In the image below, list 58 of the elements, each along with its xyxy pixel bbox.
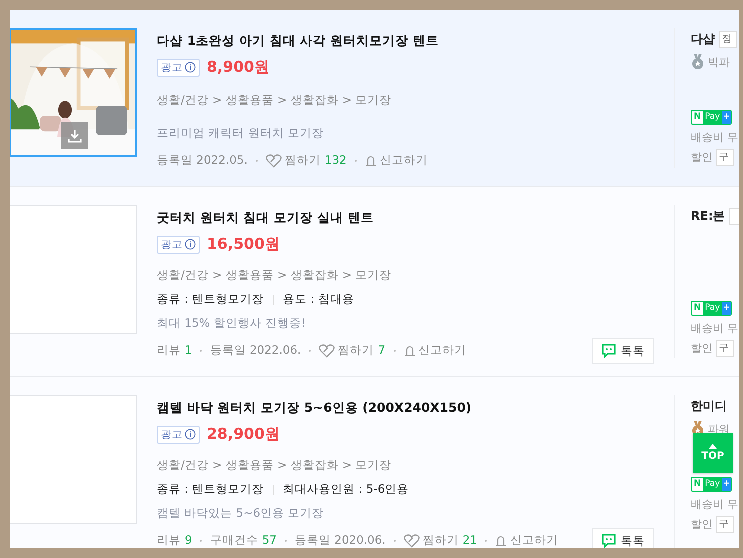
npay-badge: N Pay +: [691, 301, 732, 316]
heart-icon[interactable]: [319, 344, 336, 358]
product-spec: 종류 : 텐트형모기장: [157, 292, 264, 307]
npay-badge: N Pay +: [691, 477, 732, 492]
meta-text: 리뷰 1: [157, 343, 192, 358]
product-spec: 용도 : 침대용: [283, 292, 354, 307]
meta-text: 등록일 2022.06.: [210, 343, 302, 358]
meta-text: 등록일 2022.05.: [157, 153, 248, 168]
siren-icon[interactable]: [495, 534, 508, 546]
chat-icon: [601, 533, 617, 548]
product-spec: 종류 : 텐트형모기장: [157, 482, 264, 497]
discount-label: 할인: [691, 150, 713, 165]
product-title[interactable]: 다샵 1초완성 아기 침대 사각 원터치모기장 텐트: [157, 33, 654, 49]
chat-icon: [601, 343, 617, 359]
meta-text: 리뷰 9: [157, 533, 192, 548]
product-title[interactable]: 굿터치 원터치 침대 모기장 실내 텐트: [157, 210, 654, 226]
category-path: 생활/건강 > 생활용품 > 생활잡화 > 모기장: [157, 268, 393, 283]
seller-name[interactable]: RE:본: [691, 208, 726, 225]
seller-name[interactable]: 한미디: [691, 398, 727, 415]
discount-label: 할인: [691, 341, 713, 356]
download-icon[interactable]: [68, 128, 82, 142]
talk-button[interactable]: 톡톡: [592, 338, 654, 364]
seller-tag: 정: [719, 31, 737, 48]
seller-grade: 빅파: [708, 54, 730, 70]
seller-name[interactable]: 다샵: [691, 31, 715, 48]
shipping-text: 배송비 무: [691, 130, 739, 145]
product-price: 16,500원: [207, 235, 280, 254]
siren-icon[interactable]: [364, 154, 377, 166]
discount-box: 구: [716, 340, 734, 357]
category-path: 생활/건강 > 생활용품 > 생활잡화 > 모기장: [157, 458, 393, 473]
info-icon[interactable]: [185, 239, 196, 250]
meta-text: 등록일 2020.06.: [294, 533, 386, 548]
heart-icon[interactable]: [404, 534, 420, 548]
ad-badge: 광고: [157, 236, 200, 254]
ad-badge: 광고: [157, 58, 200, 76]
shipping-text: 배송비 무: [691, 497, 739, 512]
npay-badge: N Pay +: [691, 110, 732, 125]
heart-icon[interactable]: [266, 154, 282, 168]
product-title[interactable]: 캠텔 바닥 원터치 모기장 5~6인용 (200X240X150): [157, 400, 654, 416]
product-description: 최대 15% 할인행사 진행중!: [157, 316, 308, 331]
ad-badge: 광고: [157, 426, 200, 444]
category-path: 생활/건강 > 생활용품 > 생활잡화 > 모기장: [157, 93, 393, 108]
product-description: 캠텔 바닥있는 5~6인용 모기장: [157, 506, 326, 521]
info-icon[interactable]: [185, 429, 196, 440]
siren-icon[interactable]: [404, 344, 416, 356]
discount-label: 할인: [691, 517, 713, 532]
info-icon[interactable]: [185, 62, 196, 73]
product-spec: 최대사용인원 : 5-6인용: [283, 482, 410, 497]
up-arrow-icon: [709, 444, 717, 449]
product-price: 28,900원: [207, 425, 280, 444]
meta-text: 구매건수 57: [210, 533, 277, 548]
shipping-text: 배송비 무: [691, 321, 739, 336]
discount-box: 구: [716, 149, 734, 166]
talk-button[interactable]: 톡톡: [592, 528, 654, 548]
download-button[interactable]: [61, 122, 88, 149]
discount-box: 구: [716, 516, 734, 533]
product-description: 프리미엄 캐릭터 원터치 모기장: [157, 126, 325, 141]
product-price: 8,900원: [207, 58, 270, 77]
